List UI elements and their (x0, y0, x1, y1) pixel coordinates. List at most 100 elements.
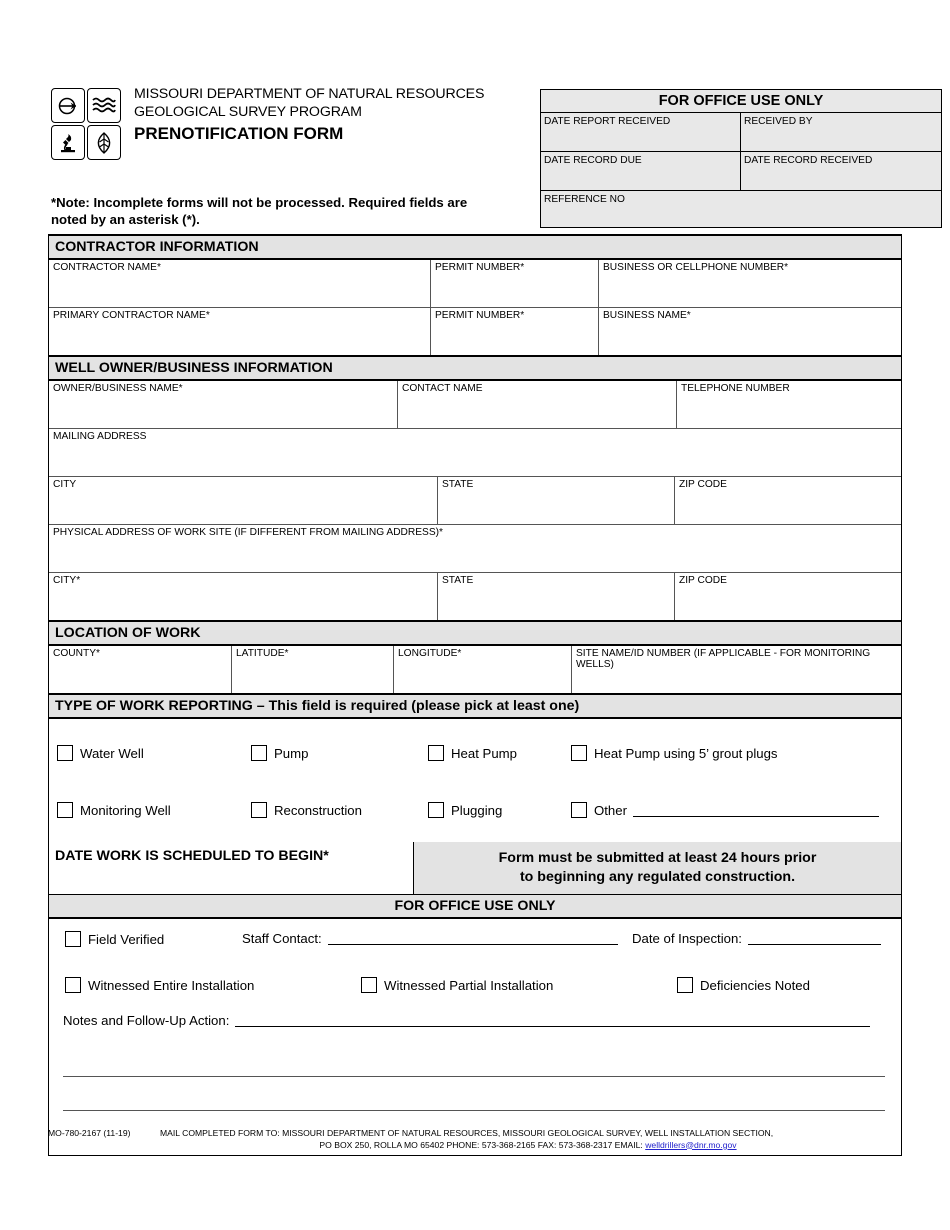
checkbox-witnessed-partial-installation[interactable]: Witnessed Partial Installation (361, 977, 553, 993)
date-record-due-field[interactable]: DATE RECORD DUE (541, 152, 741, 190)
section-header-type-of-work: TYPE OF WORK REPORTING – This field is r… (49, 694, 901, 719)
contractor-name-field[interactable]: CONTRACTOR NAME* (49, 260, 431, 307)
office-bottom-row-1: Field Verified Staff Contact: Date of In… (57, 931, 891, 969)
agency-name-line1: MISSOURI DEPARTMENT OF NATURAL RESOURCES (134, 86, 485, 102)
owner-business-name-field[interactable]: OWNER/BUSINESS NAME* (49, 381, 398, 428)
office-use-box-top: FOR OFFICE USE ONLY DATE REPORT RECEIVED… (540, 89, 942, 228)
received-by-field[interactable]: RECEIVED BY (741, 113, 941, 151)
checkbox-box-icon[interactable] (251, 745, 267, 761)
submission-notice: Form must be submitted at least 24 hours… (414, 842, 901, 894)
date-of-inspection-input[interactable] (747, 932, 881, 945)
date-work-bar: DATE WORK IS SCHEDULED TO BEGIN* Form mu… (49, 842, 901, 895)
checkbox-label: Deficiencies Noted (700, 977, 810, 993)
checkbox-witnessed-entire-installation[interactable]: Witnessed Entire Installation (65, 977, 254, 993)
telephone-number-field[interactable]: TELEPHONE NUMBER (677, 381, 901, 428)
checkbox-box-icon[interactable] (571, 802, 587, 818)
required-fields-note: *Note: Incomplete forms will not be proc… (51, 195, 468, 227)
business-name-field[interactable]: BUSINESS NAME* (599, 308, 901, 355)
date-work-scheduled-field[interactable]: DATE WORK IS SCHEDULED TO BEGIN* (49, 842, 414, 894)
notes-input-line-2[interactable] (63, 1043, 885, 1077)
checkbox-label: Water Well (80, 745, 144, 761)
checkbox-heat-pump[interactable]: Heat Pump (428, 745, 517, 761)
leaf-icon (87, 125, 121, 160)
owner-row-4: PHYSICAL ADDRESS OF WORK SITE (IF DIFFER… (49, 525, 901, 573)
section-header-office-use-bottom: FOR OFFICE USE ONLY (49, 895, 901, 919)
prenotification-form-page: MISSOURI DEPARTMENT OF NATURAL RESOURCES… (0, 0, 950, 1230)
section-header-location: LOCATION OF WORK (49, 621, 901, 646)
mailing-address-field[interactable]: MAILING ADDRESS (49, 429, 901, 476)
submission-notice-line2: to beginning any regulated construction. (519, 869, 796, 885)
staff-contact-input[interactable] (327, 932, 618, 945)
checkbox-box-icon[interactable] (57, 802, 73, 818)
other-text-input[interactable] (632, 804, 879, 817)
longitude-field[interactable]: LONGITUDE* (394, 646, 572, 693)
mailing-city-field[interactable]: CITY (49, 477, 438, 524)
primary-permit-number-field[interactable]: PERMIT NUMBER* (431, 308, 599, 355)
latitude-field[interactable]: LATITUDE* (232, 646, 394, 693)
checkbox-label: Witnessed Partial Installation (384, 977, 554, 993)
checkbox-plugging[interactable]: Plugging (428, 802, 502, 818)
checkbox-box-icon[interactable] (677, 977, 693, 993)
date-report-received-field[interactable]: DATE REPORT RECEIVED (541, 113, 741, 151)
notes-input-line-3[interactable] (63, 1077, 885, 1111)
checkbox-label: Monitoring Well (80, 802, 171, 818)
office-bottom-row-2: Witnessed Entire Installation Witnessed … (57, 969, 891, 1013)
checkbox-label: Field Verified (88, 931, 165, 947)
checkbox-box-icon[interactable] (428, 745, 444, 761)
date-record-received-field[interactable]: DATE RECORD RECEIVED (741, 152, 941, 190)
checkbox-box-icon[interactable] (65, 931, 81, 947)
checkbox-box-icon[interactable] (428, 802, 444, 818)
notes-group: Notes and Follow-Up Action: (63, 1013, 871, 1028)
checkbox-box-icon[interactable] (65, 977, 81, 993)
county-field[interactable]: COUNTY* (49, 646, 232, 693)
site-state-field[interactable]: STATE (438, 573, 675, 620)
staff-contact-group: Staff Contact: (242, 931, 618, 946)
office-row-1: DATE REPORT RECEIVED RECEIVED BY (541, 113, 941, 152)
checkbox-deficiencies-noted[interactable]: Deficiencies Noted (677, 977, 810, 993)
checkbox-label: Pump (274, 745, 309, 761)
section-header-well-owner: WELL OWNER/BUSINESS INFORMATION (49, 356, 901, 381)
checkbox-water-well[interactable]: Water Well (57, 745, 144, 761)
checkbox-label: Witnessed Entire Installation (88, 977, 255, 993)
staff-contact-label: Staff Contact: (242, 931, 322, 946)
notes-follow-up-row: Notes and Follow-Up Action: (57, 1013, 891, 1043)
site-city-field[interactable]: CITY* (49, 573, 438, 620)
mailing-state-field[interactable]: STATE (438, 477, 675, 524)
business-or-cellphone-number-field[interactable]: BUSINESS OR CELLPHONE NUMBER* (599, 260, 901, 307)
contact-name-field[interactable]: CONTACT NAME (398, 381, 677, 428)
page-title: PRENOTIFICATION FORM (134, 124, 344, 143)
checkbox-heat-pump-grout-plugs[interactable]: Heat Pump using 5’ grout plugs (571, 745, 778, 761)
reference-no-field[interactable]: REFERENCE NO (541, 191, 941, 227)
footer: MO-780-2167 (11-19) MAIL COMPLETED FORM … (48, 1128, 908, 1151)
office-use-title: FOR OFFICE USE ONLY (541, 90, 941, 113)
owner-row-2: MAILING ADDRESS (49, 429, 901, 477)
site-zip-code-field[interactable]: ZIP CODE (675, 573, 901, 620)
contractor-permit-number-field[interactable]: PERMIT NUMBER* (431, 260, 599, 307)
checkbox-pump[interactable]: Pump (251, 745, 308, 761)
email-link[interactable]: welldrillers@dnr.mo.gov (645, 1140, 736, 1150)
main-form-table: CONTRACTOR INFORMATION CONTRACTOR NAME* … (48, 234, 902, 1156)
checkbox-box-icon[interactable] (57, 745, 73, 761)
checkbox-monitoring-well[interactable]: Monitoring Well (57, 802, 171, 818)
checkbox-box-icon[interactable] (251, 802, 267, 818)
physical-address-field[interactable]: PHYSICAL ADDRESS OF WORK SITE (IF DIFFER… (49, 525, 901, 572)
mailing-zip-code-field[interactable]: ZIP CODE (675, 477, 901, 524)
office-row-3: REFERENCE NO (541, 191, 941, 227)
checkbox-field-verified[interactable]: Field Verified (65, 931, 164, 947)
circle-arrow-icon (51, 88, 85, 123)
mailing-instructions: MAIL COMPLETED FORM TO: MISSOURI DEPARTM… (160, 1128, 774, 1138)
agency-name-line2: GEOLOGICAL SURVEY PROGRAM (134, 103, 362, 120)
checkbox-other[interactable]: Other (571, 802, 879, 818)
site-name-id-number-field[interactable]: SITE NAME/ID NUMBER (IF APPLICABLE - FOR… (572, 646, 901, 693)
primary-contractor-name-field[interactable]: PRIMARY CONTRACTOR NAME* (49, 308, 431, 355)
checkbox-reconstruction[interactable]: Reconstruction (251, 802, 362, 818)
dnr-logo (51, 88, 121, 160)
date-of-inspection-group: Date of Inspection: (632, 931, 881, 946)
location-row-1: COUNTY* LATITUDE* LONGITUDE* SITE NAME/I… (49, 646, 901, 694)
checkbox-box-icon[interactable] (571, 745, 587, 761)
water-waves-icon (87, 88, 121, 123)
type-of-work-row-1: Water Well Pump Heat Pump Heat Pump usin… (49, 733, 901, 773)
checkbox-box-icon[interactable] (361, 977, 377, 993)
office-use-bottom-area: Field Verified Staff Contact: Date of In… (49, 919, 901, 1155)
notes-input-line-1[interactable] (235, 1014, 871, 1027)
